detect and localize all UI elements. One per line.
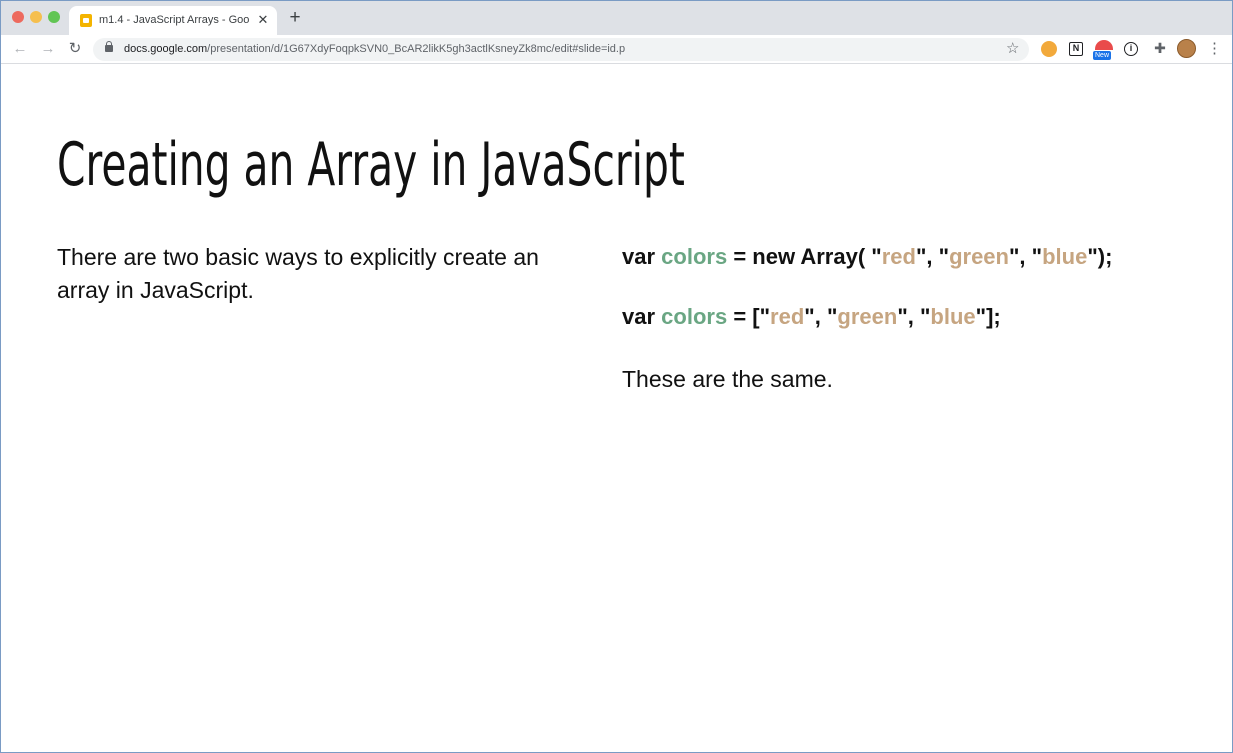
bookmark-star-icon[interactable]: ☆	[1006, 40, 1019, 58]
rainbow-extension-icon[interactable]	[1095, 40, 1113, 50]
code-string: green	[837, 304, 898, 329]
minimize-window-button[interactable]	[30, 11, 42, 23]
slide-title: Creating an Array in JavaScript	[57, 130, 685, 200]
slides-favicon-icon	[80, 14, 92, 27]
tab-title: m1.4 - JavaScript Arrays - Goo	[99, 14, 250, 26]
code-text: ", "	[915, 244, 950, 269]
code-text: ", "	[1008, 244, 1043, 269]
code-string: green	[949, 244, 1009, 269]
code-text: = ["	[727, 304, 771, 329]
close-window-button[interactable]	[12, 11, 24, 23]
code-identifier: colors	[661, 304, 728, 329]
code-text: ");	[1087, 244, 1113, 269]
browser-window: m1.4 - JavaScript Arrays - Goo ✕ + ← → ↻…	[0, 0, 1233, 753]
new-badge: New	[1093, 51, 1112, 60]
close-tab-icon[interactable]: ✕	[255, 12, 271, 28]
code-string: red	[770, 304, 805, 329]
onepassword-extension-icon[interactable]: i	[1124, 42, 1138, 56]
tab-strip: m1.4 - JavaScript Arrays - Goo ✕ +	[1, 1, 1232, 35]
code-line-array-literal: var colors = ["red", "green", "blue"];	[622, 302, 1001, 332]
slide-body-text: There are two basic ways to explicitly c…	[57, 244, 539, 303]
code-identifier: colors	[661, 244, 728, 269]
code-text: ", "	[804, 304, 838, 329]
code-text: = new Array( "	[727, 244, 882, 269]
extensions-puzzle-icon[interactable]: ✚	[1152, 40, 1168, 56]
url-path: /presentation/d/1G67XdyFoqpkSVN0_BcAR2li…	[207, 43, 626, 55]
slide-note: These are the same.	[622, 366, 833, 392]
code-keyword: var	[622, 244, 656, 269]
browser-menu-icon[interactable]: ⋮	[1207, 39, 1222, 59]
new-tab-button[interactable]: +	[286, 7, 304, 29]
zoom-window-button[interactable]	[48, 11, 60, 23]
honey-extension-icon[interactable]	[1041, 41, 1057, 57]
code-string: blue	[1042, 244, 1088, 269]
code-text: "];	[975, 304, 1001, 329]
browser-toolbar: ← → ↻ docs.google.com/presentation/d/1G6…	[1, 35, 1232, 64]
reload-icon[interactable]: ↻	[65, 39, 85, 59]
address-bar[interactable]: docs.google.com/presentation/d/1G67XdyFo…	[93, 38, 1029, 61]
profile-avatar[interactable]	[1177, 39, 1196, 58]
url-host: docs.google.com	[124, 43, 208, 55]
url-text[interactable]: docs.google.com/presentation/d/1G67XdyFo…	[124, 43, 625, 55]
slide-canvas: Creating an Array in JavaScript There ar…	[1, 65, 1232, 752]
code-text: ", "	[897, 304, 931, 329]
code-string: red	[881, 244, 916, 269]
back-arrow-icon[interactable]: ←	[10, 39, 30, 59]
code-keyword: var	[622, 304, 656, 329]
forward-arrow-icon[interactable]: →	[38, 39, 58, 59]
code-string: blue	[930, 304, 976, 329]
code-line-array-constructor: var colors = new Array( "red", "green", …	[622, 242, 1112, 272]
lock-icon[interactable]	[105, 41, 113, 52]
tab-active[interactable]: m1.4 - JavaScript Arrays - Goo ✕	[69, 6, 277, 35]
notion-extension-icon[interactable]: N	[1069, 42, 1083, 56]
